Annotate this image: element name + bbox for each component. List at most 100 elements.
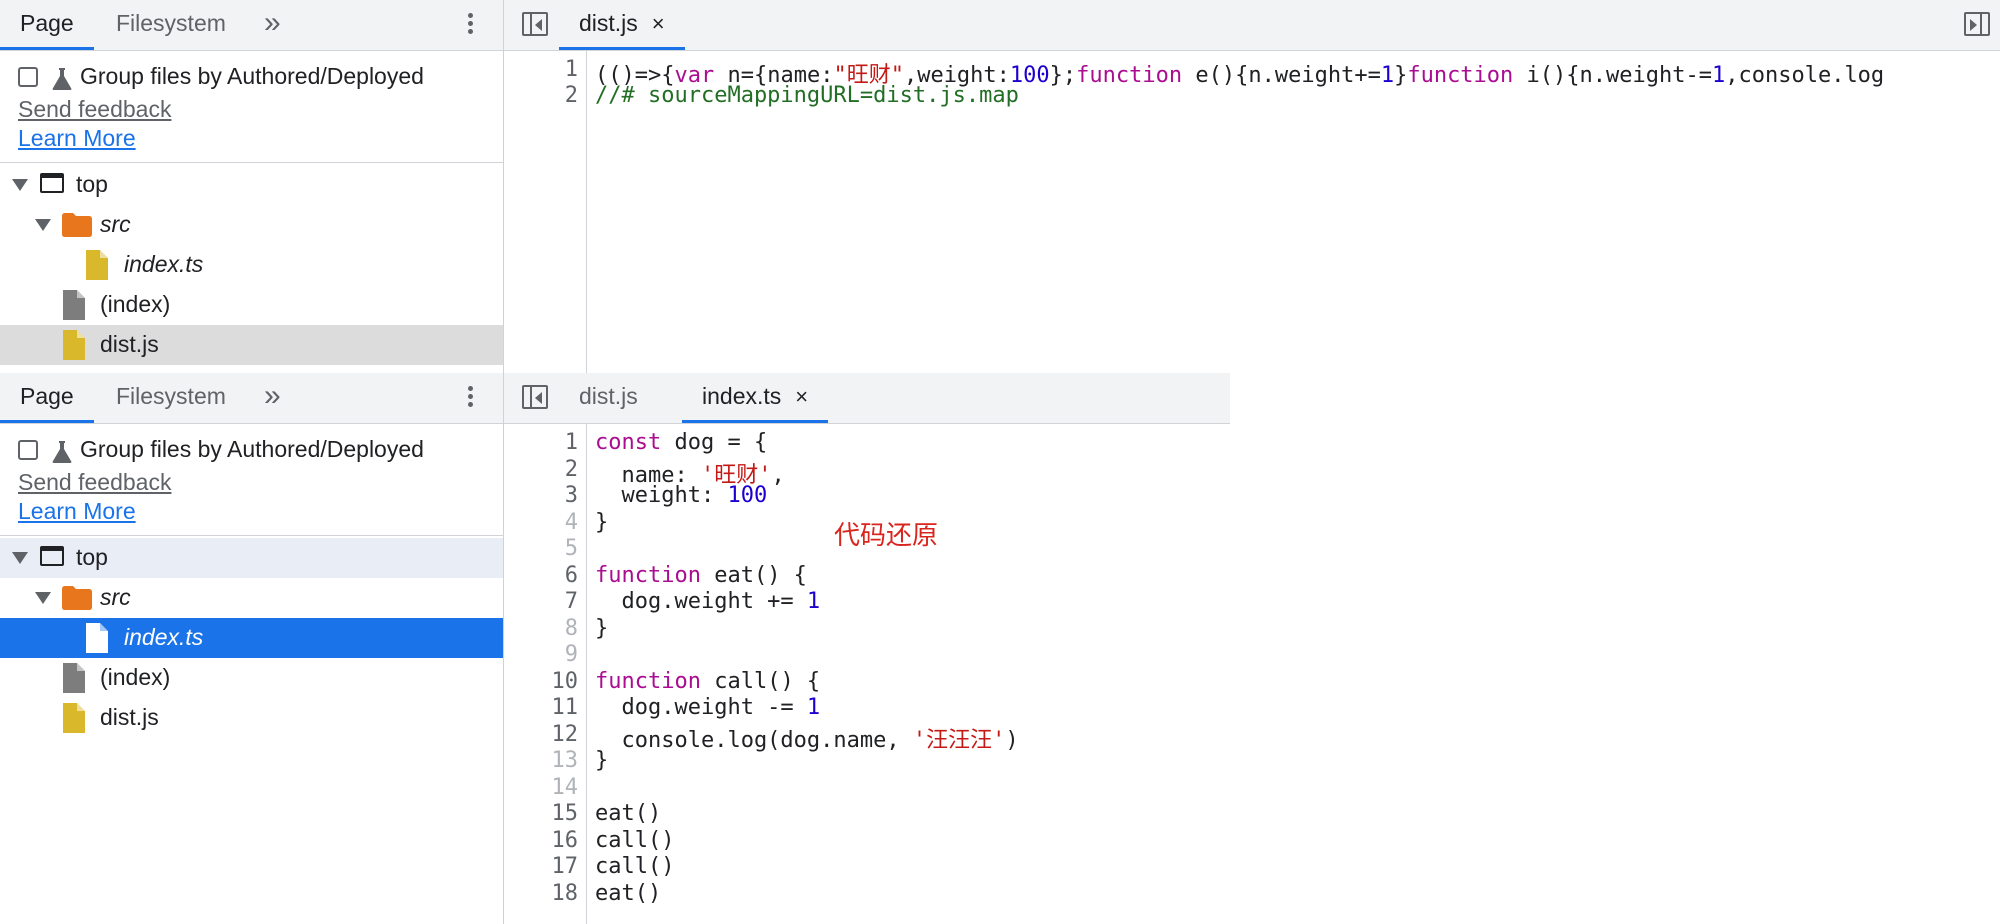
line-number: 18 [551,880,579,906]
code-editor[interactable]: 1 2 3 4 5 6 7 8 9 10 11 12 13 14 15 16 1… [504,424,1230,924]
line-number: 8 [564,615,578,641]
toggle-navigator-icon[interactable] [522,385,548,409]
group-files-label: Group files by Authored/Deployed [80,436,424,462]
code-line: call() [595,854,675,879]
expand-arrow-icon[interactable] [35,219,51,231]
code-line: console.log(dog.name, '汪汪汪') [595,727,1019,753]
tree-item-dist-js[interactable]: dist.js [0,325,503,365]
line-number: 12 [551,721,579,747]
expand-arrow-icon[interactable] [12,179,28,191]
line-number: 6 [564,562,578,588]
annotation-text: 代码还原 [834,520,939,550]
code-line: eat() [595,801,662,826]
editor-tabbar: dist.js index.ts × [504,373,1230,424]
learn-more-link[interactable]: Learn More [18,125,136,152]
bottom-editor-panel: dist.js index.ts × 1 2 3 4 5 6 7 8 9 10 1… [504,373,1230,924]
tab-dist-js[interactable]: dist.js [559,373,658,420]
code-line: eat() [595,880,662,906]
tree-item-label: top [76,171,108,197]
more-tabs-icon[interactable]: » [264,373,281,420]
more-tabs-icon[interactable]: » [264,0,281,47]
document-icon [63,663,85,693]
tree-item-label: src [100,211,131,237]
tree-item-index[interactable]: (index) [0,285,503,325]
tree-item-index[interactable]: (index) [0,658,503,698]
toggle-debugger-icon[interactable] [1964,12,1990,36]
tree-item-label: index.ts [124,624,204,650]
document-icon [63,290,85,320]
close-icon[interactable]: × [795,373,808,420]
folder-icon [62,213,92,237]
tree-item-top[interactable]: top [0,165,503,205]
line-number: 11 [551,695,579,720]
file-icon [63,330,85,360]
experiment-flask-icon [52,441,72,463]
line-gutter: 1 2 3 4 5 6 7 8 9 10 11 12 13 14 15 16 1… [504,424,587,924]
line-number: 4 [564,509,578,535]
line-number: 1 [564,430,578,455]
frame-icon [40,546,64,566]
more-options-icon[interactable] [456,10,484,40]
line-gutter: 1 2 [504,51,587,373]
tree-item-label: top [76,544,108,570]
navigator-options: Group files by Authored/Deployed Send fe… [0,51,503,163]
line-number: 10 [551,668,579,694]
top-navigator-panel: Page Filesystem » Group files by Authore… [0,0,504,373]
bottom-navigator-panel: Page Filesystem » Group files by Authore… [0,373,504,924]
code-line: const dog = { [595,430,768,455]
navigator-tabbar: Page Filesystem » [0,0,503,51]
code-line: call() [595,827,675,853]
tree-item-label: (index) [100,664,171,690]
tab-page[interactable]: Page [0,373,94,423]
tree-item-dist-js[interactable]: dist.js [0,698,503,738]
tree-item-label: (index) [100,291,171,317]
group-files-checkbox[interactable] [18,440,38,460]
tab-page[interactable]: Page [0,0,94,50]
toggle-navigator-icon[interactable] [522,12,548,36]
tree-item-index-ts[interactable]: index.ts [0,245,503,285]
tab-dist-js[interactable]: dist.js × [559,0,685,50]
experiment-flask-icon [52,68,72,90]
tree-item-label: dist.js [100,331,159,357]
tab-label: index.ts [702,383,782,409]
code-line: dog.weight += 1 [595,589,821,614]
tab-index-ts[interactable]: index.ts × [682,373,829,423]
close-icon[interactable]: × [652,0,665,47]
code-line: } [595,509,609,535]
tree-item-label: src [100,584,131,610]
group-files-checkbox[interactable] [18,67,38,87]
send-feedback-link[interactable]: Send feedback [18,469,171,496]
tab-filesystem[interactable]: Filesystem [96,373,246,420]
tree-item-src[interactable]: src [0,578,503,618]
code-line: } [595,615,609,641]
code-line: dog.weight -= 1 [595,695,821,720]
file-icon [86,623,108,653]
code-line: } [595,748,609,773]
code-editor[interactable]: 1 2 (()=>{var n={name:"旺财",weight:100};f… [504,51,2000,373]
file-icon [86,250,108,280]
line-number: 14 [551,774,579,800]
group-files-label: Group files by Authored/Deployed [80,63,424,89]
tree-item-top[interactable]: top [0,538,503,578]
more-options-icon[interactable] [456,383,484,413]
frame-icon [40,173,64,193]
tab-filesystem[interactable]: Filesystem [96,0,246,47]
navigator-options: Group files by Authored/Deployed Send fe… [0,424,503,536]
line-number: 7 [564,589,578,614]
tree-item-src[interactable]: src [0,205,503,245]
tab-label: dist.js [579,10,638,36]
code-line: weight: 100 [595,483,768,508]
file-icon [63,703,85,733]
line-number: 15 [551,801,579,826]
line-number: 9 [564,642,578,667]
line-number: 5 [564,536,578,561]
expand-arrow-icon[interactable] [12,552,28,564]
tree-item-label: dist.js [100,704,159,730]
learn-more-link[interactable]: Learn More [18,498,136,525]
line-number: 2 [564,83,578,108]
top-editor-panel: dist.js × 1 2 (()=>{var n={name:"旺财",weig… [504,0,2000,373]
expand-arrow-icon[interactable] [35,592,51,604]
tree-item-index-ts[interactable]: index.ts [0,618,503,658]
line-number: 17 [551,854,579,879]
send-feedback-link[interactable]: Send feedback [18,96,171,123]
